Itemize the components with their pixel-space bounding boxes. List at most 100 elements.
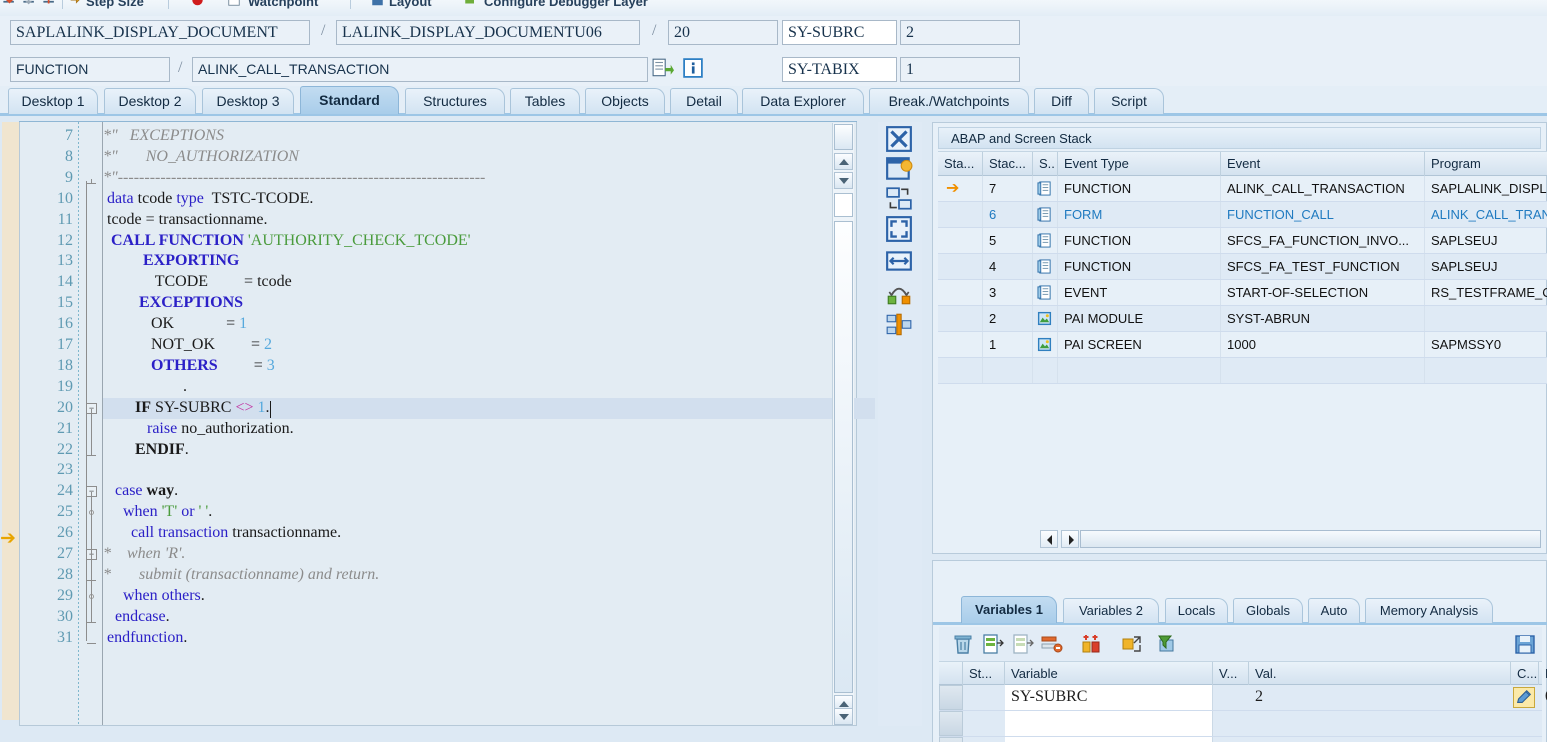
tab-tables[interactable]: Tables — [510, 88, 580, 114]
step-size-arrow-icon[interactable] — [68, 0, 83, 7]
insert-row-after-icon[interactable] — [1011, 632, 1035, 656]
code-line[interactable]: * when 'R'. — [103, 545, 185, 563]
variables-column-header[interactable]: H — [1539, 662, 1547, 686]
merge-columns-icon[interactable] — [885, 312, 913, 338]
variables-column-header[interactable]: Val. — [1249, 662, 1511, 686]
insert-row-icon[interactable] — [981, 632, 1005, 656]
code-line[interactable]: EXCEPTIONS — [103, 294, 243, 312]
variable-type-cell[interactable] — [1213, 737, 1249, 742]
step-size-label[interactable]: Step Size — [86, 0, 144, 9]
maximize-icon[interactable] — [885, 216, 913, 242]
variables-column-header[interactable]: C... — [1511, 662, 1539, 686]
stack-column-header[interactable]: S.. — [1033, 152, 1058, 177]
stack-column-header[interactable]: Event Type — [1058, 152, 1221, 177]
code-text-area[interactable]: *" EXCEPTIONS *" NO_AUTHORIZATION *"------… — [103, 122, 830, 725]
variables-row[interactable]: SY-SUBRC 2 0 — [939, 685, 1547, 711]
stack-row[interactable] — [938, 358, 1547, 384]
variables-tab-globals[interactable]: Globals — [1233, 598, 1303, 623]
row-selector[interactable] — [939, 737, 963, 742]
step-over-icon[interactable] — [22, 0, 37, 7]
expand-node-icon[interactable] — [1119, 632, 1143, 656]
tab-detail[interactable]: Detail — [670, 88, 738, 114]
code-line[interactable]: tcode = transactionname. — [103, 211, 268, 229]
code-scroll-thumb-mid[interactable] — [834, 193, 853, 217]
variables-tab-variables-2[interactable]: Variables 2 — [1063, 598, 1159, 623]
include-field[interactable]: LALINK_DISPLAY_DOCUMENTU06 — [336, 20, 640, 45]
save-icon[interactable] — [1513, 632, 1537, 656]
jump-link-icon[interactable] — [885, 280, 913, 306]
stack-column-header[interactable]: Sta... — [938, 152, 983, 177]
variable-value-cell[interactable] — [1249, 711, 1511, 736]
code-vertical-scrollbar[interactable] — [832, 123, 854, 725]
row-selector[interactable] — [939, 711, 963, 736]
variable-hex-cell[interactable]: 0 — [1539, 685, 1547, 710]
code-line[interactable]: NOT_OK = 2 — [103, 336, 272, 354]
code-line[interactable]: * submit (transactionname) and return. — [103, 566, 379, 584]
watchpoint-checkbox-icon[interactable] — [226, 0, 242, 7]
sy-tabix-label-field[interactable]: SY-TABIX — [782, 57, 897, 82]
variable-value-cell[interactable]: 2 — [1249, 685, 1511, 710]
source-code-editor[interactable]: 7 8 9 10 11 12 13 14 15 16 17 18 19 20 21 22 23 24 25 26 27 2… — [19, 122, 875, 726]
code-line[interactable]: case way. — [103, 482, 178, 500]
code-line[interactable]: data tcode type TSTC-TCODE. — [103, 190, 313, 208]
code-line[interactable]: when 'T' or ' '. — [103, 503, 212, 521]
compare-columns-icon[interactable] — [1079, 632, 1103, 656]
code-line[interactable]: call transaction transactionname. — [103, 524, 341, 542]
code-line[interactable]: EXPORTING — [103, 252, 239, 270]
tab-structures[interactable]: Structures — [405, 88, 505, 114]
code-line[interactable]: ENDIF. — [103, 441, 189, 459]
code-line[interactable]: OTHERS = 3 — [103, 357, 275, 375]
row-selector[interactable] — [939, 685, 963, 710]
variable-value-cell[interactable] — [1249, 737, 1511, 742]
variable-status-cell[interactable] — [963, 711, 1005, 736]
code-line[interactable]: endcase. — [103, 608, 170, 626]
variable-status-cell[interactable] — [963, 737, 1005, 742]
variables-row[interactable] — [939, 737, 1542, 742]
delete-row-icon[interactable] — [1039, 632, 1063, 656]
step-return-icon[interactable] — [42, 0, 57, 7]
code-scroll-down-button-2[interactable] — [834, 708, 853, 725]
tab-data-explorer[interactable]: Data Explorer — [742, 88, 864, 114]
variables-tab-memory-analysis[interactable]: Memory Analysis — [1365, 598, 1493, 623]
code-line[interactable]: OK = 1 — [103, 315, 247, 333]
line-number-field[interactable]: 20 — [668, 20, 778, 45]
variable-name-input[interactable]: SY-SUBRC — [1005, 685, 1213, 710]
stack-scroll-right-button[interactable] — [1061, 530, 1079, 548]
variable-hex-cell[interactable] — [1539, 737, 1547, 742]
code-scroll-track-thumb[interactable] — [834, 221, 853, 693]
code-line[interactable]: . — [103, 378, 187, 396]
variables-row[interactable] — [939, 711, 1542, 737]
stack-column-header[interactable]: Program — [1425, 152, 1547, 177]
stack-scroll-left-button[interactable] — [1040, 530, 1058, 548]
stack-column-header[interactable]: Stac... — [983, 152, 1033, 177]
layout-label[interactable]: Layout — [389, 0, 432, 9]
configure-debugger-layer-label[interactable]: Configure Debugger Layer — [484, 0, 648, 9]
stack-scroll-track[interactable] — [1080, 530, 1541, 548]
variables-column-header[interactable]: Variable — [1005, 662, 1213, 686]
program-field[interactable]: SAPLALINK_DISPLAY_DOCUMENT — [10, 20, 310, 45]
code-scroll-up-button[interactable] — [834, 153, 853, 170]
filter-icon[interactable] — [1155, 632, 1179, 656]
tab-desktop-2[interactable]: Desktop 2 — [104, 88, 196, 114]
code-line[interactable]: endfunction. — [103, 629, 187, 647]
code-line[interactable]: raise no_authorization. — [103, 420, 294, 438]
tab-standard[interactable]: Standard — [300, 86, 399, 114]
variables-column-header[interactable]: St... — [963, 662, 1005, 686]
code-folding-column[interactable]: −−− — [82, 122, 102, 725]
variables-grid[interactable]: St...VariableV...Val.C...H SY-SUBRC 2 0 — [939, 661, 1547, 742]
sy-subrc-value-field[interactable]: 2 — [900, 20, 1020, 45]
code-line[interactable]: *" NO_AUTHORIZATION — [103, 148, 299, 166]
stack-row[interactable]: 1 PAI SCREEN 1000 SAPMSSY0 — [938, 332, 1547, 358]
goto-source-icon[interactable] — [652, 58, 674, 78]
variable-type-cell[interactable] — [1213, 685, 1249, 710]
variables-tab-locals[interactable]: Locals — [1165, 598, 1228, 623]
code-line[interactable]: TCODE = tcode — [103, 273, 292, 291]
code-line[interactable]: IF SY-SUBRC <> 1. — [103, 399, 270, 417]
stack-row[interactable]: 4 FUNCTION SFCS_FA_TEST_FUNCTION SAPLSEUJ — [938, 254, 1547, 280]
variables-tab-auto[interactable]: Auto — [1308, 598, 1360, 623]
variable-status-cell[interactable] — [963, 685, 1005, 710]
close-fullscreen-icon[interactable] — [885, 126, 913, 152]
code-line[interactable]: *"--------------------------------------… — [103, 169, 485, 187]
tab-desktop-3[interactable]: Desktop 3 — [202, 88, 294, 114]
object-type-field[interactable]: FUNCTION — [10, 57, 170, 82]
